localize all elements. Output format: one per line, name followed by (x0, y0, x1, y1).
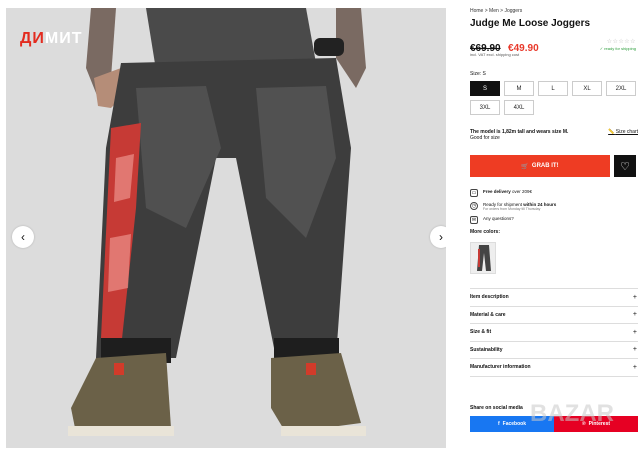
wishlist-button[interactable]: ♡ (614, 155, 636, 177)
old-price: €69.90 (470, 43, 501, 54)
ruler-icon: 📏 (608, 129, 615, 135)
size-option-3xl[interactable]: 3XL (470, 100, 500, 115)
accordion-item-manufacturer[interactable]: Manufacturer information + (470, 359, 638, 377)
shipping-info: ▭ Free delivery over 209€ ◷ Ready for sh… (470, 189, 638, 224)
fit-text: Good for size (470, 135, 500, 141)
buy-row: 🛒 GRAB IT! ♡ (470, 155, 638, 177)
breadcrumb[interactable]: Home > Men > Joggers (470, 8, 638, 14)
accordion-label: Sustainability (470, 346, 503, 353)
accordion-label: Manufacturer information (470, 364, 531, 371)
plus-icon: + (632, 363, 637, 371)
rating-stars[interactable]: ☆☆☆☆☆ (607, 38, 636, 45)
accordion-item-size-fit[interactable]: Size & fit + (470, 324, 638, 342)
swatch-thumbnail (471, 243, 495, 273)
size-option-4xl[interactable]: 4XL (504, 100, 534, 115)
product-accordion: Item description + Material & care + Siz… (470, 288, 638, 377)
size-chart-label: Size chart (615, 129, 638, 135)
price-row: €69.90 €49.90 ☆☆☆☆☆ ✓ ready for shipping (470, 38, 638, 54)
more-colors-label: More colors: (470, 229, 501, 235)
accordion-item-description[interactable]: Item description + (470, 289, 638, 307)
size-option-2xl[interactable]: 2XL (606, 81, 636, 96)
chevron-left-icon: ‹ (21, 230, 25, 244)
plus-icon: + (632, 311, 637, 319)
size-option-s[interactable]: S (470, 81, 500, 96)
facebook-label: Facebook (502, 420, 526, 427)
gallery-prev-button[interactable]: ‹ (12, 226, 34, 248)
delivery-threshold: over 209€ (510, 189, 533, 194)
accordion-item-material[interactable]: Material & care + (470, 307, 638, 324)
plus-icon: + (632, 346, 637, 354)
delivery-text: Free delivery (483, 189, 511, 194)
model-info: The model is 1,82m tall and wears size M… (470, 129, 638, 141)
accordion-label: Item description (470, 294, 509, 301)
mail-icon: ✉ (470, 216, 478, 224)
sale-price: €49.90 (508, 43, 539, 54)
product-title: Judge Me Loose Joggers (470, 18, 591, 29)
product-image-gallery[interactable]: ДИМИТ ‹ › (6, 8, 446, 448)
delivery-info: ▭ Free delivery over 209€ (470, 189, 638, 197)
accordion-label: Material & care (470, 311, 506, 318)
product-details-panel: Home > Men > Joggers Judge Me Loose Jogg… (470, 8, 638, 432)
shipment-info: ◷ Ready for shipment within 24 hours For… (470, 202, 638, 211)
size-option-xl[interactable]: XL (572, 81, 602, 96)
cart-icon: 🛒 (521, 163, 529, 170)
size-option-m[interactable]: M (504, 81, 534, 96)
questions-link[interactable]: ✉ Any questions? (470, 216, 638, 224)
shipment-sub: For orders from Monday till Thursday (483, 207, 541, 211)
color-swatch[interactable] (470, 242, 496, 274)
gallery-next-button[interactable]: › (430, 226, 446, 248)
questions-label: Any questions? (483, 216, 514, 221)
add-to-cart-button[interactable]: 🛒 GRAB IT! (470, 155, 610, 177)
size-option-l[interactable]: L (538, 81, 568, 96)
logo-part-red: ДИ (20, 30, 45, 47)
add-to-cart-label: GRAB IT! (531, 163, 559, 169)
heart-icon: ♡ (620, 160, 630, 173)
size-chart-link[interactable]: 📏 Size chart (608, 129, 638, 135)
plus-icon: + (632, 328, 637, 336)
size-label: Size: S (470, 71, 486, 77)
plus-icon: + (632, 293, 637, 301)
accordion-label: Size & fit (470, 329, 492, 336)
clock-icon: ◷ (470, 202, 478, 210)
truck-icon: ▭ (470, 189, 478, 197)
size-selector: S M L XL 2XL 3XL 4XL (470, 81, 640, 115)
product-photo (6, 8, 446, 448)
chevron-right-icon: › (439, 230, 443, 244)
watermark: BAZAR (530, 400, 614, 427)
store-logo: ДИМИТ (20, 30, 83, 48)
logo-part-white: МИТ (44, 30, 83, 47)
accordion-item-sustainability[interactable]: Sustainability + (470, 342, 638, 359)
stock-status: ✓ ready for shipping (599, 46, 636, 51)
facebook-icon: f (497, 420, 500, 427)
